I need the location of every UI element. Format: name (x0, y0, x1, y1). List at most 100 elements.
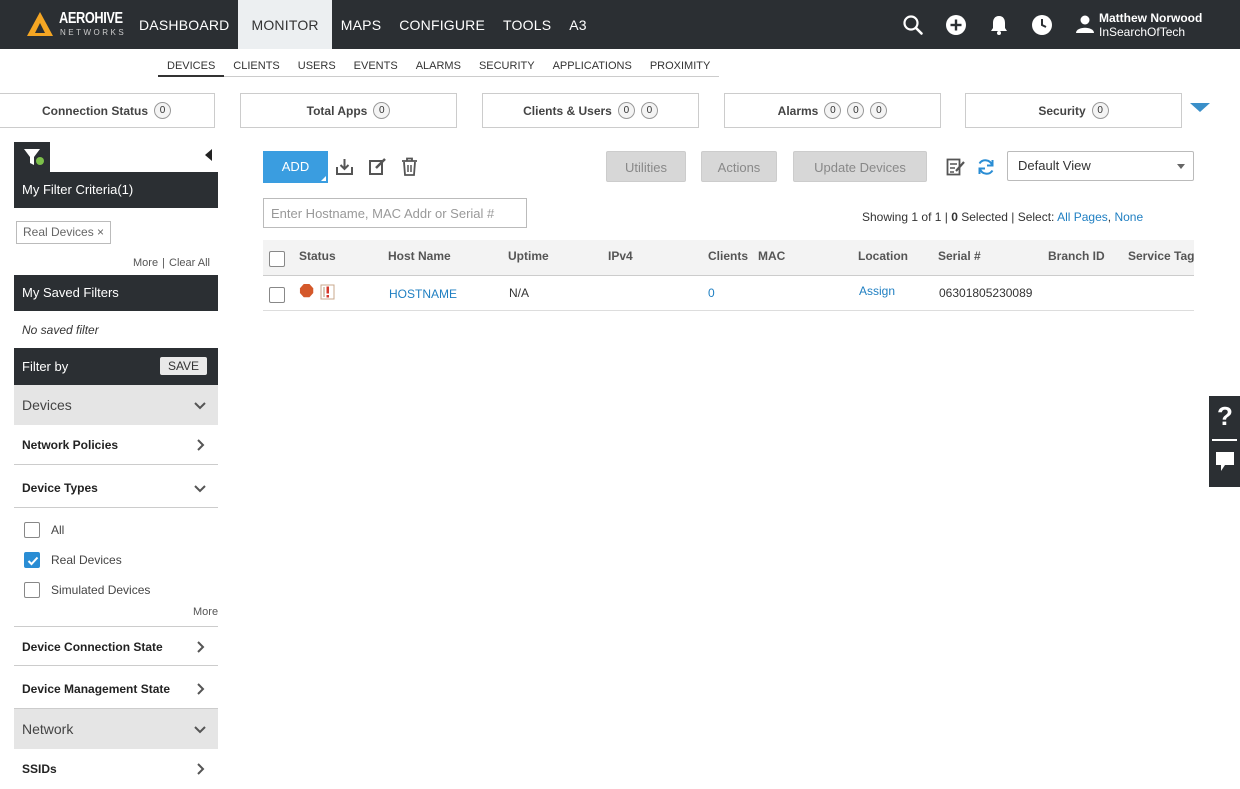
update-devices-button[interactable]: Update Devices (793, 151, 927, 182)
col-uptime[interactable]: Uptime (508, 249, 549, 263)
col-mac[interactable]: MAC (758, 249, 785, 263)
feedback-chat-icon[interactable] (1215, 451, 1235, 473)
tab-events[interactable]: EVENTS (345, 55, 407, 77)
user-menu[interactable]: Matthew Norwood InSearchOfTech (1076, 11, 1236, 39)
col-service-tag[interactable]: Service Tag (1128, 249, 1194, 263)
section-label: Devices (22, 397, 72, 413)
chevron-right-icon (197, 641, 205, 653)
tab-users[interactable]: USERS (289, 55, 345, 77)
col-serial[interactable]: Serial # (938, 249, 981, 263)
add-circle-icon[interactable] (945, 14, 967, 36)
section-label: Device Types (22, 481, 98, 495)
clock-icon[interactable] (1031, 14, 1053, 36)
save-filter-button[interactable]: SAVE (160, 357, 207, 375)
status-disconnected-icon (299, 283, 314, 298)
actions-button[interactable]: Actions (701, 151, 777, 182)
saved-filters-header: My Saved Filters (14, 275, 218, 311)
widgets-expand-icon[interactable] (1190, 103, 1210, 112)
section-devices[interactable]: Devices (14, 385, 218, 425)
col-status[interactable]: Status (299, 249, 336, 263)
add-device-button[interactable]: ADD (263, 151, 328, 183)
tab-proximity[interactable]: PROXIMITY (641, 55, 720, 77)
select-all-checkbox[interactable] (269, 251, 285, 267)
row-checkbox[interactable] (269, 287, 285, 303)
delete-icon[interactable] (401, 157, 418, 176)
section-device-types[interactable]: Device Types (14, 468, 218, 508)
checkbox[interactable] (24, 582, 40, 598)
help-icon[interactable]: ? (1215, 401, 1235, 431)
checkbox-label: Real Devices (51, 553, 122, 567)
devices-table: Status Host Name Uptime IPv4 Clients MAC… (263, 240, 1194, 311)
col-ipv4[interactable]: IPv4 (608, 249, 633, 263)
filter-chip-real-devices[interactable]: Real Devices × (16, 221, 112, 244)
section-network[interactable]: Network (14, 709, 218, 749)
widget-total-apps[interactable]: Total Apps 0 (240, 93, 457, 128)
widget-clients-users[interactable]: Clients & Users 0 0 (482, 93, 699, 128)
nav-maps[interactable]: MAPS (332, 0, 390, 49)
nav-configure[interactable]: CONFIGURE (390, 0, 494, 49)
help-widget: ? (1209, 396, 1240, 487)
select-none-link[interactable]: None (1114, 210, 1143, 224)
aerohive-logo[interactable]: AEROHIVE NETWORKS (27, 10, 127, 40)
tab-alarms[interactable]: ALARMS (407, 55, 470, 77)
assign-location-link[interactable]: Assign (859, 284, 895, 298)
host-name-link[interactable]: HOSTNAME (389, 287, 457, 301)
section-device-connection-state[interactable]: Device Connection State (14, 626, 218, 666)
filter-toggle[interactable] (14, 142, 50, 172)
tab-security[interactable]: SECURITY (470, 55, 544, 77)
nav-dashboard[interactable]: DASHBOARD (130, 0, 238, 49)
tab-clients[interactable]: CLIENTS (224, 55, 288, 77)
tab-devices[interactable]: DEVICES (158, 55, 225, 77)
count-badge: 0 (870, 102, 888, 119)
col-branch-id[interactable]: Branch ID (1048, 249, 1105, 263)
widget-label: Alarms (777, 103, 819, 118)
search-icon[interactable] (902, 14, 924, 36)
clients-count-link[interactable]: 0 (708, 286, 715, 300)
checkbox-label: All (51, 523, 65, 537)
section-device-management-state[interactable]: Device Management State (14, 669, 218, 709)
nav-tools[interactable]: TOOLS (494, 0, 560, 49)
widget-label: Clients & Users (523, 103, 612, 118)
clear-all-link[interactable]: Clear All (169, 257, 210, 269)
filter-by-label: Filter by (22, 359, 69, 374)
count-badge: 0 (1091, 102, 1109, 119)
checkbox[interactable] (24, 522, 40, 538)
more-link[interactable]: More (133, 257, 158, 269)
checkbox-checked[interactable] (24, 552, 40, 568)
edit-icon[interactable] (368, 157, 387, 176)
section-ssids[interactable]: SSIDs (14, 749, 218, 789)
table-row[interactable]: HOSTNAME N/A 0 Assign 06301805230089 (263, 276, 1194, 311)
section-network-policies[interactable]: Network Policies (14, 425, 218, 465)
collapse-panel-icon[interactable] (205, 149, 212, 161)
brand-sub: NETWORKS (60, 28, 127, 37)
col-host-name[interactable]: Host Name (388, 249, 451, 263)
tab-applications[interactable]: APPLICATIONS (544, 55, 641, 77)
monitor-subnav: DEVICES CLIENTS USERS EVENTS ALARMS SECU… (158, 55, 720, 77)
table-header: Status Host Name Uptime IPv4 Clients MAC… (263, 240, 1194, 276)
col-clients[interactable]: Clients (708, 249, 748, 263)
add-label: ADD (281, 159, 310, 174)
device-search-input[interactable] (263, 198, 527, 228)
column-edit-icon[interactable] (946, 158, 965, 176)
nav-a3[interactable]: A3 (560, 0, 596, 49)
device-alert-icon (320, 284, 335, 300)
select-all-pages-link[interactable]: All Pages (1057, 210, 1108, 224)
bell-icon[interactable] (988, 14, 1010, 36)
svg-text:?: ? (1217, 401, 1233, 431)
widget-alarms[interactable]: Alarms 0 0 0 (724, 93, 941, 128)
user-icon (1076, 15, 1094, 33)
widget-connection-status[interactable]: Connection Status 0 (0, 93, 215, 128)
view-select[interactable]: Default View (1007, 151, 1194, 181)
widget-security[interactable]: Security 0 (965, 93, 1182, 128)
filter-icon (24, 149, 44, 165)
chevron-right-icon (197, 763, 205, 775)
refresh-icon[interactable] (976, 157, 996, 177)
utilities-button[interactable]: Utilities (606, 151, 686, 182)
section-label: Device Connection State (22, 640, 163, 654)
col-location[interactable]: Location (858, 249, 908, 263)
nav-monitor[interactable]: MONITOR (238, 0, 332, 49)
count-badge: 0 (617, 102, 635, 119)
device-types-more-link[interactable]: More (193, 606, 218, 618)
section-label: Network (22, 721, 74, 737)
export-icon[interactable] (335, 157, 354, 176)
